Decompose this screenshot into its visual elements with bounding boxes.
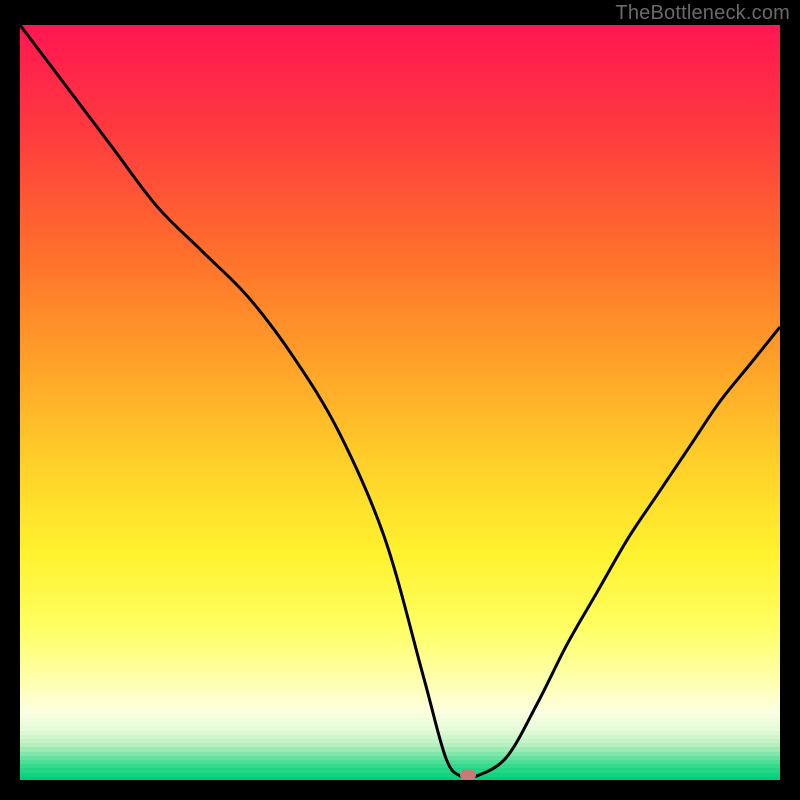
watermark-text: TheBottleneck.com bbox=[615, 2, 790, 25]
plot-area bbox=[20, 25, 780, 780]
plot-frame bbox=[20, 25, 780, 780]
optimum-marker bbox=[460, 770, 476, 780]
curve-path bbox=[20, 25, 780, 779]
bottleneck-curve bbox=[20, 25, 780, 780]
chart-container: TheBottleneck.com bbox=[0, 0, 800, 800]
